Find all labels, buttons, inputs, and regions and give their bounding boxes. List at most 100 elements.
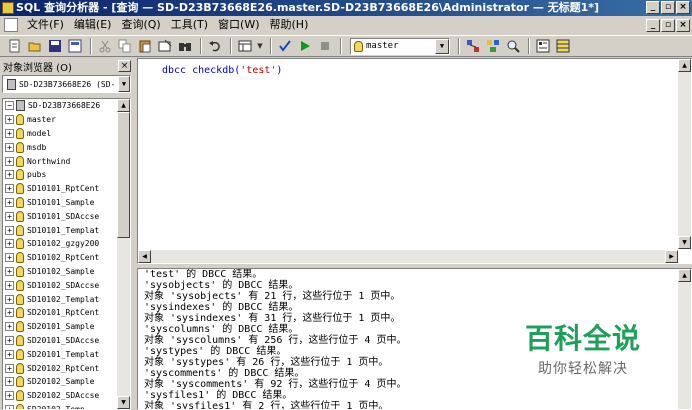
tree-item-database[interactable]: + Northwind (3, 154, 118, 168)
undo-icon[interactable] (206, 37, 224, 55)
database-select[interactable]: master ▼ (350, 37, 450, 55)
grid-icon[interactable] (554, 37, 572, 55)
object-tree[interactable]: − SD-D23B73668E26 + master + model + msdb + Nor… (2, 98, 131, 410)
tree-item-database[interactable]: + SD20101_Templat (3, 347, 118, 361)
expand-icon[interactable]: + (5, 156, 14, 166)
menu-window[interactable]: 窗口(W) (213, 16, 264, 34)
paste-icon[interactable] (136, 37, 154, 55)
tree-item-database[interactable]: + SD20102_SDAccse (3, 389, 118, 403)
tree-item-database[interactable]: + SD10102_Sample (3, 265, 118, 279)
expand-icon[interactable]: + (5, 211, 14, 221)
tree-scroll-thumb[interactable] (117, 112, 130, 238)
expand-icon[interactable]: + (5, 308, 14, 318)
editor-scrollbar[interactable]: ▲ ▼ (678, 59, 691, 249)
load-script-icon[interactable] (66, 37, 84, 55)
scroll-up-icon[interactable]: ▲ (678, 59, 691, 72)
expand-icon[interactable]: + (5, 225, 14, 235)
child-maximize-button[interactable]: ▫ (661, 19, 675, 32)
tree-item-database[interactable]: + SD20102_Sample (3, 375, 118, 389)
menu-edit[interactable]: 编辑(E) (69, 16, 117, 34)
scroll-down-icon[interactable]: ▼ (117, 396, 130, 409)
menu-help[interactable]: 帮助(H) (265, 16, 314, 34)
tree-item-database[interactable]: + SD10102_Templat (3, 292, 118, 306)
expand-icon[interactable]: + (5, 253, 14, 263)
chevron-down-icon[interactable]: ▼ (118, 76, 130, 92)
scroll-up-icon[interactable]: ▲ (117, 99, 130, 112)
scroll-right-icon[interactable]: ▶ (665, 250, 678, 263)
maximize-button[interactable]: ▫ (661, 1, 675, 14)
save-icon[interactable] (46, 37, 64, 55)
tree-item-database[interactable]: + pubs (3, 168, 118, 182)
new-query-icon[interactable] (6, 37, 24, 55)
tree-item-database[interactable]: + SD10101_RptCent (3, 182, 118, 196)
expand-icon[interactable]: + (5, 404, 14, 409)
expand-icon[interactable]: + (5, 294, 14, 304)
menu-tools[interactable]: 工具(T) (166, 16, 213, 34)
editor-hscrollbar[interactable]: ◀ ▶ (138, 250, 678, 263)
tree-item-database[interactable]: + SD10102_RptCent (3, 251, 118, 265)
child-close-button[interactable]: × (676, 19, 690, 32)
scroll-up-icon[interactable]: ▲ (678, 269, 691, 282)
query-editor[interactable]: dbcc checkdb('test') ▲ ▼ ◀ ▶ (137, 58, 692, 264)
expand-icon[interactable]: + (5, 128, 14, 138)
collapse-icon[interactable]: − (5, 101, 14, 111)
close-icon[interactable]: × (118, 60, 131, 72)
object-search-icon[interactable] (484, 37, 502, 55)
parse-icon[interactable] (276, 37, 294, 55)
expand-icon[interactable]: + (5, 363, 14, 373)
tree-item-database[interactable]: + SD20102_Temp (3, 403, 118, 409)
tree-scrollbar[interactable]: ▲ ▼ (117, 99, 130, 409)
child-minimize-button[interactable]: _ (646, 19, 660, 32)
server-select[interactable]: SD-D23B73668E26 (SD- ▼ (2, 75, 131, 93)
results-scrollbar[interactable]: ▲ (678, 269, 691, 409)
results-mode-dropdown-icon[interactable]: ▼ (256, 37, 264, 55)
find-icon[interactable] (176, 37, 194, 55)
results-mode-icon[interactable] (236, 37, 254, 55)
tree-item-database[interactable]: + SD20101_RptCent (3, 306, 118, 320)
tree-item-database[interactable]: + SD20101_Sample (3, 320, 118, 334)
copy-icon[interactable] (116, 37, 134, 55)
expand-icon[interactable]: + (5, 335, 14, 345)
document-icon[interactable] (4, 18, 18, 32)
open-icon[interactable] (26, 37, 44, 55)
tree-root[interactable]: − SD-D23B73668E26 (3, 99, 118, 113)
expand-icon[interactable]: + (5, 391, 14, 401)
scroll-left-icon[interactable]: ◀ (138, 250, 151, 263)
expand-icon[interactable]: + (5, 184, 14, 194)
tree-item-database[interactable]: + SD20101_SDAccse (3, 334, 118, 348)
expand-icon[interactable]: + (5, 322, 14, 332)
minimize-button[interactable]: _ (646, 1, 660, 14)
tree-item-database[interactable]: + SD20102_RptCent (3, 361, 118, 375)
scroll-down-icon[interactable]: ▼ (678, 236, 691, 249)
cut-icon[interactable] (96, 37, 114, 55)
expand-icon[interactable]: + (5, 349, 14, 359)
expand-icon[interactable]: + (5, 115, 14, 125)
expand-icon[interactable]: + (5, 197, 14, 207)
plan-icon[interactable] (464, 37, 482, 55)
menu-file[interactable]: 文件(F) (22, 16, 69, 34)
tree-item-database[interactable]: + msdb (3, 140, 118, 154)
tree-item-database[interactable]: + SD10101_SDAccse (3, 209, 118, 223)
expand-icon[interactable]: + (5, 266, 14, 276)
chevron-down-icon[interactable]: ▼ (435, 38, 449, 54)
tree-item-database[interactable]: + SD10101_Sample (3, 196, 118, 210)
tree-item-database[interactable]: + SD10101_Templat (3, 223, 118, 237)
clear-icon[interactable] (156, 37, 174, 55)
properties-icon[interactable] (534, 37, 552, 55)
app-icon[interactable] (2, 2, 14, 14)
menu-query[interactable]: 查询(Q) (116, 16, 165, 34)
magnifier-icon[interactable] (504, 37, 522, 55)
expand-icon[interactable]: + (5, 170, 14, 180)
tree-item-database[interactable]: + SD10102_gzgy200 (3, 237, 118, 251)
tree-item-database[interactable]: + model (3, 127, 118, 141)
tree-item-database[interactable]: + SD10102_SDAccse (3, 278, 118, 292)
results-pane[interactable]: 'test' 的 DBCC 结果。'sysobjects' 的 DBCC 结果。… (137, 268, 692, 410)
expand-icon[interactable]: + (5, 142, 14, 152)
execute-icon[interactable] (296, 37, 314, 55)
tree-item-database[interactable]: + master (3, 113, 118, 127)
expand-icon[interactable]: + (5, 377, 14, 387)
expand-icon[interactable]: + (5, 280, 14, 290)
query-text[interactable]: dbcc checkdb('test') (162, 65, 282, 76)
stop-icon[interactable] (316, 37, 334, 55)
close-button[interactable]: × (676, 1, 690, 14)
